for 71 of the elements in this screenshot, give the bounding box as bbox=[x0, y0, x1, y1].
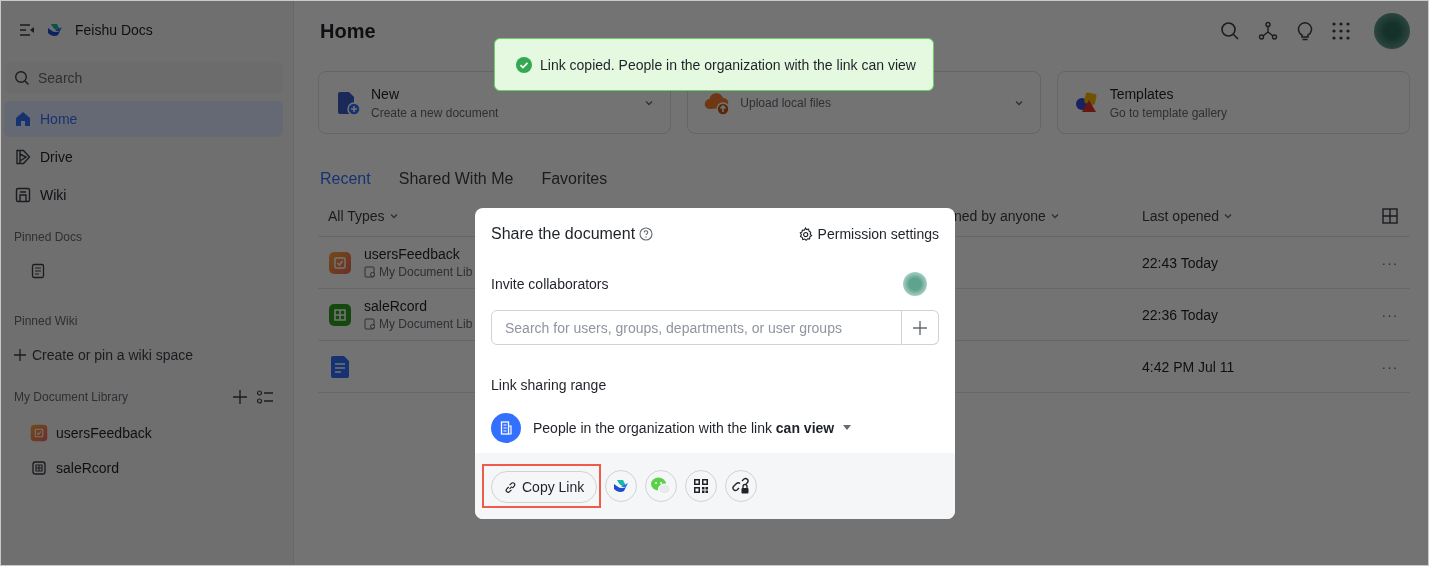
plus-icon bbox=[14, 349, 26, 361]
chevron-down-icon bbox=[1049, 211, 1060, 221]
list-icon[interactable] bbox=[257, 390, 273, 404]
wiki-icon bbox=[14, 186, 32, 204]
check-circle-icon bbox=[516, 56, 532, 73]
building-icon bbox=[491, 413, 521, 443]
chevron-down-icon bbox=[388, 211, 399, 221]
doc-icon bbox=[328, 354, 352, 379]
search-icon[interactable] bbox=[1220, 21, 1240, 41]
toast-message: Link copied. People in the organization with the link can view bbox=[494, 38, 934, 91]
library-item[interactable]: saleRcord bbox=[4, 450, 283, 485]
search-icon bbox=[14, 70, 30, 86]
section-label: Link sharing range bbox=[491, 376, 608, 395]
grid-view-icon[interactable] bbox=[1382, 208, 1398, 224]
avatar bbox=[903, 272, 927, 296]
sidebar-item[interactable]: Drive bbox=[4, 139, 283, 175]
help-icon[interactable] bbox=[639, 227, 654, 241]
bird-logo-icon bbox=[45, 21, 65, 39]
library-icon bbox=[364, 266, 376, 278]
opened-time: 22:43 Today bbox=[1142, 254, 1220, 271]
settings-icon bbox=[797, 226, 813, 242]
page-title: Home bbox=[320, 19, 376, 43]
opened-time: 22:36 Today bbox=[1142, 306, 1220, 323]
lightbulb-icon[interactable] bbox=[1296, 21, 1314, 41]
caret-icon bbox=[842, 425, 853, 431]
plus-icon[interactable] bbox=[233, 390, 247, 404]
file-name[interactable]: usersFeedback bbox=[364, 246, 473, 262]
avatar[interactable] bbox=[1374, 13, 1410, 49]
app-name: Feishu Docs bbox=[75, 22, 153, 38]
form-icon bbox=[328, 250, 352, 275]
file-location: My Document Lib bbox=[364, 317, 473, 331]
sidebar-item[interactable]: Home bbox=[4, 101, 283, 137]
section-label: My Document Library bbox=[13, 390, 129, 404]
tab[interactable]: Shared With Me bbox=[398, 170, 514, 188]
new-document-icon bbox=[335, 89, 361, 116]
column-filter[interactable]: Last opened bbox=[1142, 208, 1370, 224]
more-button[interactable]: ··· bbox=[1381, 254, 1399, 271]
collapse-sidebar-icon[interactable] bbox=[19, 23, 35, 37]
chevron-down-icon bbox=[1223, 211, 1234, 221]
invite-label: Invite collaborators bbox=[491, 276, 609, 292]
library-item[interactable]: usersFeedback bbox=[4, 415, 283, 450]
permission-settings-link[interactable]: Permission settings bbox=[797, 226, 939, 242]
drive-icon bbox=[14, 148, 32, 166]
column-filter[interactable]: ned by anyone bbox=[954, 208, 1142, 224]
tab[interactable]: Favorites bbox=[541, 170, 608, 188]
file-name[interactable]: saleRcord bbox=[364, 298, 473, 314]
file-location: My Document Lib bbox=[364, 265, 473, 279]
tab[interactable]: Recent bbox=[320, 170, 371, 188]
more-button[interactable]: ··· bbox=[1381, 306, 1399, 323]
section-label: Pinned Docs bbox=[13, 229, 84, 246]
add-button[interactable] bbox=[902, 310, 939, 345]
dialog-title: Share the document bbox=[491, 225, 636, 243]
plus-icon bbox=[913, 320, 927, 335]
column-filter[interactable]: All Types bbox=[318, 208, 954, 224]
more-button[interactable]: ··· bbox=[1381, 358, 1399, 375]
link-icon bbox=[504, 480, 517, 494]
section-label: Pinned Wiki bbox=[13, 313, 79, 330]
apps-grid-icon[interactable] bbox=[1332, 22, 1350, 40]
home-icon bbox=[14, 110, 32, 128]
sheet-icon bbox=[328, 302, 352, 327]
form-icon bbox=[30, 423, 48, 442]
sharing-range-dropdown[interactable]: People in the organization with the link can view bbox=[533, 420, 853, 436]
nodes-icon[interactable] bbox=[1258, 21, 1278, 41]
sheet-icon bbox=[30, 458, 48, 477]
create-wiki-link[interactable]: Create or pin a wiki space bbox=[4, 337, 283, 373]
doc-icon bbox=[30, 263, 46, 279]
opened-time: 4:42 PM Jul 11 bbox=[1142, 358, 1236, 375]
sidebar-item[interactable]: Wiki bbox=[4, 177, 283, 213]
library-icon bbox=[364, 318, 376, 330]
action-card[interactable]: Templates Go to template gallery bbox=[1056, 71, 1410, 134]
collaborator-search-field[interactable]: Search for users, groups, departments, or user groups bbox=[491, 310, 902, 345]
